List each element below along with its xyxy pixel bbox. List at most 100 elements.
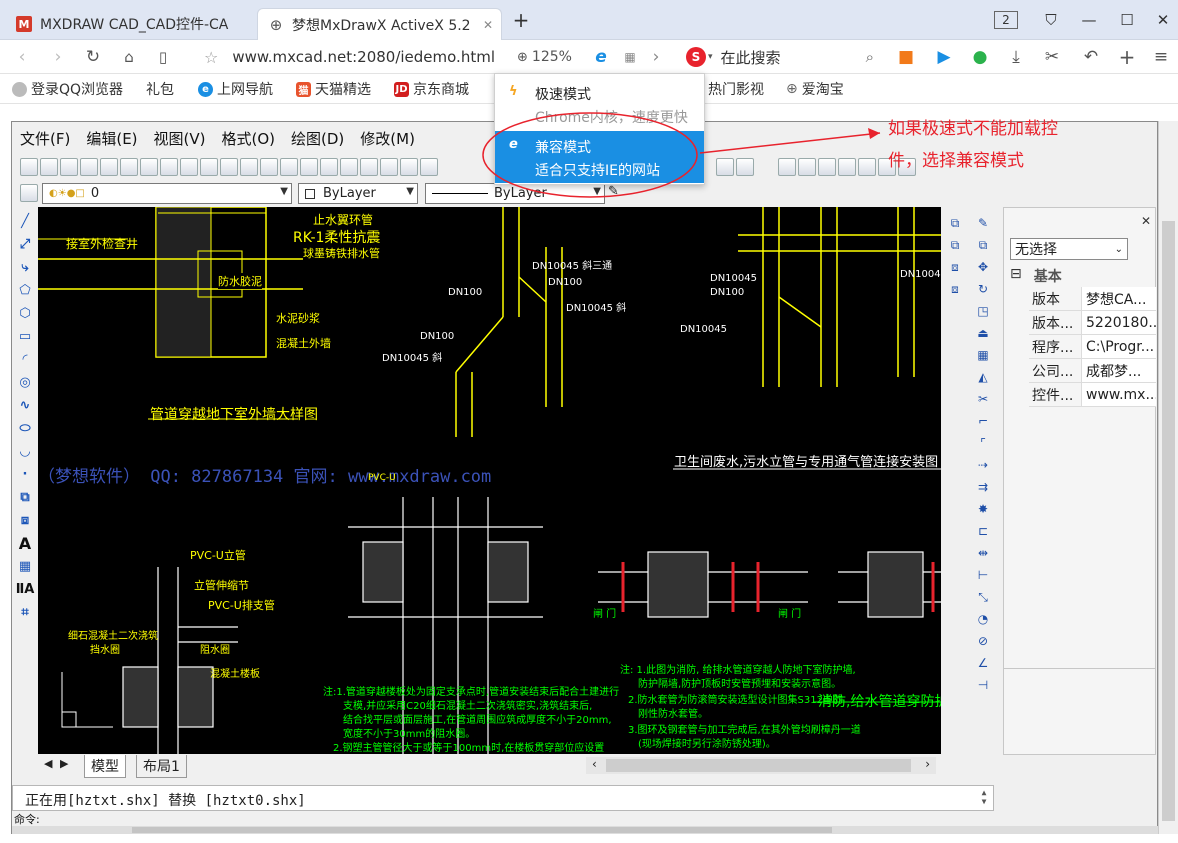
chamfer-icon[interactable]: ⌜ (975, 434, 992, 452)
rotate-icon[interactable]: ↻ (975, 280, 992, 298)
polyline-icon[interactable]: ⤷ (16, 258, 34, 276)
prop-row[interactable]: 公司... 成都梦... (1029, 359, 1156, 383)
horizontal-scrollbar[interactable]: ‹ › (586, 757, 936, 774)
tab-layout1[interactable]: 布局1 (136, 755, 187, 778)
search-input[interactable]: 在此搜索 (721, 47, 781, 68)
menu-draw[interactable]: 绘图(D) (283, 126, 352, 152)
zoom-realtime-icon[interactable] (320, 158, 338, 176)
pan-icon[interactable] (240, 158, 258, 176)
new-icon[interactable] (20, 158, 38, 176)
wechat-icon[interactable]: ● (968, 45, 992, 69)
print-icon[interactable] (100, 158, 118, 176)
dim-diameter-icon[interactable]: ⊘ (975, 632, 992, 650)
construction-line-icon[interactable]: ⤢ (16, 235, 34, 253)
dim-ordinate-icon[interactable]: ⊣ (975, 676, 992, 694)
search-icon[interactable]: ⌕ (866, 48, 874, 66)
zoom-prev-icon[interactable] (340, 158, 358, 176)
layer-icon[interactable] (420, 158, 438, 176)
light-icon[interactable] (280, 158, 298, 176)
mirror-icon[interactable]: ◭ (975, 368, 992, 386)
qr-icon[interactable]: ▦ (620, 45, 640, 69)
shape-icon[interactable]: ⬡ (16, 304, 34, 322)
mtext-icon[interactable]: ⅡA (16, 580, 35, 598)
close-tab-icon[interactable]: ✕ (483, 18, 493, 32)
add-icon[interactable]: + (1116, 45, 1138, 69)
close-window-icon[interactable]: ✕ (1150, 8, 1176, 32)
selection-select[interactable]: 无选择 ⌄ (1010, 238, 1128, 260)
polygon-icon[interactable]: ⬠ (16, 281, 34, 299)
text-icon[interactable]: A (16, 534, 34, 553)
scissors-icon[interactable]: ✂ (1040, 45, 1064, 69)
scale-icon[interactable]: ◳ (975, 302, 992, 320)
stretch-icon[interactable]: ⏏ (975, 324, 992, 342)
rectangle-icon[interactable]: ▭ (16, 327, 34, 345)
bookmark-movies[interactable]: 热门影视 (708, 79, 764, 99)
bookmark-tmall[interactable]: 猫天猫精选 (296, 79, 371, 99)
bookmark-nav[interactable]: e 上网导航 (198, 79, 273, 99)
bottom-scrollbar[interactable] (12, 826, 1158, 834)
line-icon[interactable]: ╱ (16, 212, 34, 230)
dim-aligned-icon[interactable]: ⤡ (975, 588, 992, 606)
tab-next-icon[interactable]: ▶ (60, 757, 68, 770)
url-text[interactable]: www.mxcad.net:2080/iedemo.html (232, 48, 495, 66)
more-chevron-icon[interactable]: › (648, 45, 664, 69)
layer-select[interactable]: ◐☀●□ 0 ▼ (42, 183, 292, 204)
tab-mxdrawx[interactable]: ⊕ 梦想MxDrawX ActiveX 5.2 ✕ (257, 8, 502, 40)
erase-icon[interactable]: ✎ (975, 214, 992, 232)
zoom-window-icon[interactable] (200, 158, 218, 176)
break-icon[interactable]: ⊏ (975, 522, 992, 540)
hatch-icon[interactable]: ▦ (16, 557, 34, 575)
query-icon[interactable] (300, 158, 318, 176)
back-icon[interactable]: ‹ (12, 45, 32, 69)
make-block-icon[interactable]: ⧈ (16, 511, 34, 529)
cmd-scroll-icon[interactable]: ▲ ▼ (977, 788, 991, 808)
bookmark-aitaobao[interactable]: ⊕ 爱淘宝 (786, 79, 844, 99)
zoom-icon[interactable]: ⊕ (517, 50, 528, 65)
open-icon[interactable] (40, 158, 58, 176)
scrollbar-thumb[interactable] (1162, 221, 1175, 821)
paste-icon[interactable] (140, 158, 158, 176)
copy-icon[interactable] (120, 158, 138, 176)
bookmark-jd[interactable]: JD 京东商城 (394, 79, 469, 99)
extend-icon[interactable]: ⇢ (975, 456, 992, 474)
new-tab-button[interactable]: + (508, 8, 534, 32)
ie-mode-icon[interactable]: e (591, 45, 611, 69)
minimize-icon[interactable]: — (1076, 8, 1102, 32)
collapse-icon[interactable]: ⊟ (1010, 266, 1022, 286)
tab-mxdraw[interactable]: M MXDRAW CAD_CAD控件-CA (6, 8, 250, 40)
menu-icon[interactable]: ≡ (1150, 45, 1172, 69)
tab-prev-icon[interactable]: ◀ (44, 757, 52, 770)
join-icon[interactable]: ⇹ (975, 544, 992, 562)
explode-icon[interactable]: ✸ (975, 500, 992, 518)
dim-linear-icon[interactable]: ⊢ (975, 566, 992, 584)
render-icon[interactable] (400, 158, 418, 176)
fillet-icon[interactable]: ⌐ (975, 412, 992, 430)
layer-manager-icon[interactable] (20, 184, 38, 202)
address-bar[interactable]: ☆ www.mxcad.net:2080/iedemo.html ⊕ 125% (190, 44, 660, 70)
maximize-icon[interactable]: ☐ (1114, 8, 1140, 32)
tab-count-badge[interactable]: 2 (994, 11, 1018, 29)
chevron-down-icon[interactable]: ▾ (708, 52, 713, 62)
point-icon[interactable]: · (16, 465, 34, 483)
prop-row[interactable]: 控件... www.mx... (1029, 383, 1156, 407)
scroll-right-icon[interactable]: › (925, 757, 930, 771)
menu-edit[interactable]: 编辑(E) (78, 126, 145, 152)
snap-icon[interactable] (380, 158, 398, 176)
home-icon[interactable]: ⌂ (118, 45, 140, 69)
tab-model[interactable]: 模型 (84, 755, 126, 778)
group-basic[interactable]: ⊟ 基本 (1010, 266, 1062, 286)
menu-format[interactable]: 格式(O) (214, 126, 284, 152)
scrollbar-thumb[interactable] (132, 827, 832, 833)
layer-back-icon[interactable]: ⧈ (947, 280, 964, 298)
offset-icon[interactable]: ⇉ (975, 478, 992, 496)
menu-file[interactable]: 文件(F) (12, 126, 78, 152)
page-scrollbar[interactable] (1158, 121, 1178, 834)
trim-icon[interactable]: ✂ (975, 390, 992, 408)
save-icon[interactable] (80, 158, 98, 176)
zoom-level[interactable]: 125% (532, 49, 572, 65)
insert-block-icon[interactable]: ⧉ (16, 488, 34, 506)
undo-tool-icon[interactable] (160, 158, 178, 176)
arc-icon[interactable]: ◜ (16, 350, 34, 368)
command-prompt[interactable]: 命令: (14, 811, 40, 827)
undo-icon[interactable]: ↶ (1076, 45, 1106, 69)
